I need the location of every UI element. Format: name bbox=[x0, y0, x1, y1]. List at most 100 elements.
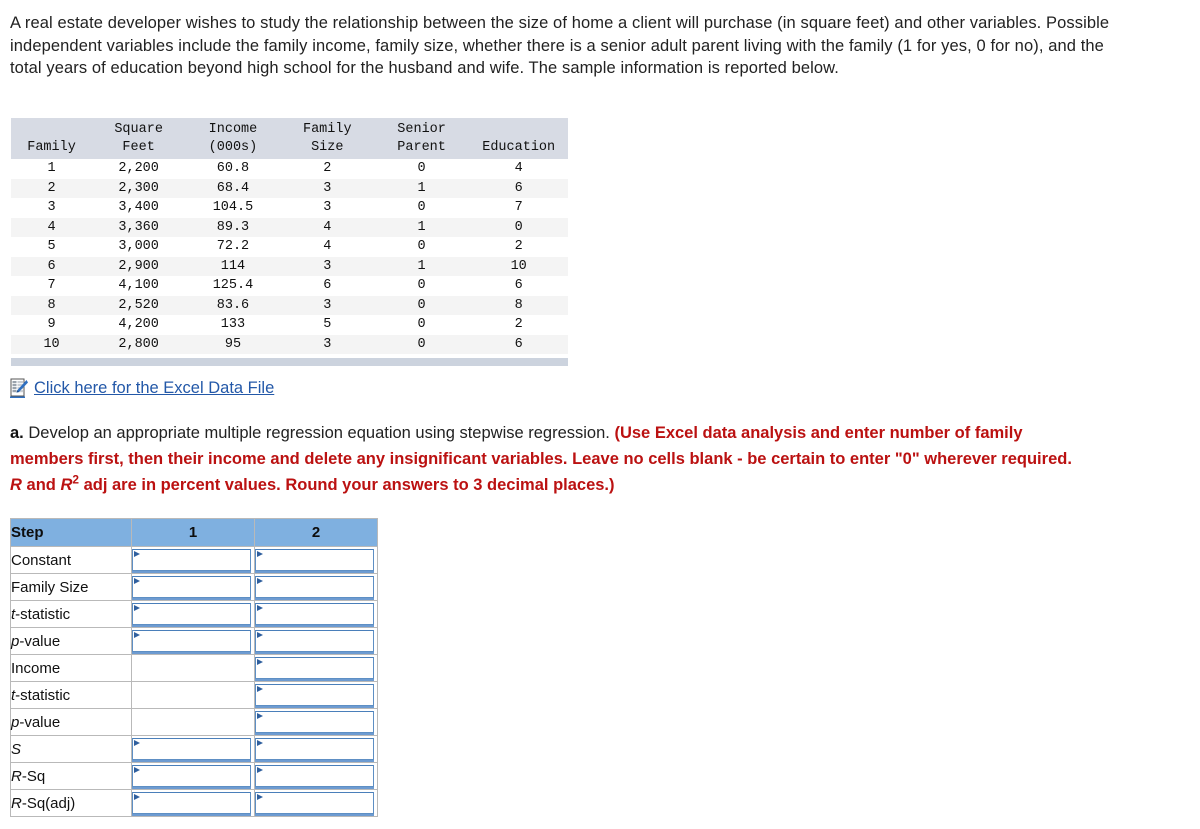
step-cell-col-2[interactable] bbox=[254, 654, 378, 682]
cell-square-feet: 2,300 bbox=[92, 178, 186, 198]
cell-senior-parent: 0 bbox=[373, 295, 470, 315]
answer-input[interactable] bbox=[255, 576, 374, 600]
step-cell-col-2[interactable] bbox=[254, 627, 378, 655]
step-cell-col-1[interactable] bbox=[131, 573, 255, 601]
step-row-label-rest: -Sq bbox=[21, 767, 46, 785]
answer-input[interactable] bbox=[255, 630, 374, 654]
cell-senior-parent: 0 bbox=[373, 159, 470, 179]
data-table-row: 1 2,200 60.8 2 0 4 bbox=[11, 159, 568, 179]
step-cell-col-1[interactable] bbox=[131, 789, 255, 817]
cell-square-feet: 2,520 bbox=[92, 295, 186, 315]
step-cell-col-1[interactable] bbox=[131, 627, 255, 655]
cell-family: 3 bbox=[11, 198, 93, 218]
cell-family-size: 3 bbox=[280, 178, 374, 198]
cell-senior-parent: 0 bbox=[373, 237, 470, 257]
answer-input[interactable] bbox=[132, 603, 251, 627]
step-table-row: p-value bbox=[10, 627, 378, 655]
cell-education: 6 bbox=[469, 276, 568, 296]
data-table-row: 7 4,100 125.4 6 0 6 bbox=[11, 276, 568, 296]
cell-family: 1 bbox=[11, 159, 93, 179]
cell-senior-parent: 1 bbox=[373, 256, 470, 276]
answer-input[interactable] bbox=[255, 792, 374, 816]
cell-education: 2 bbox=[469, 315, 568, 335]
step-table-row: p-value bbox=[10, 708, 378, 736]
answer-input[interactable] bbox=[132, 738, 251, 762]
step-cell-col-2[interactable] bbox=[254, 681, 378, 709]
data-table-row: 3 3,400 104.5 3 0 7 bbox=[11, 198, 568, 218]
step-cell-col-2[interactable] bbox=[254, 789, 378, 817]
answer-input[interactable] bbox=[132, 630, 251, 654]
step-row-label-rest: -statistic bbox=[15, 686, 71, 704]
cell-family: 6 bbox=[11, 256, 93, 276]
answer-input[interactable] bbox=[132, 765, 251, 789]
step-table-row: S bbox=[10, 735, 378, 763]
header-feet: Feet bbox=[92, 139, 186, 159]
answer-input[interactable] bbox=[132, 576, 251, 600]
cell-family-size: 3 bbox=[280, 198, 374, 218]
step-row-label-symbol: S bbox=[11, 740, 22, 758]
cell-square-feet: 4,100 bbox=[92, 276, 186, 296]
step-table-row: t-statistic bbox=[10, 681, 378, 709]
step-row-label: t-statistic bbox=[10, 681, 132, 709]
red-and: and bbox=[26, 476, 56, 494]
step-cell-col-1 bbox=[131, 681, 255, 709]
answer-input[interactable] bbox=[255, 684, 374, 708]
cell-square-feet: 2,800 bbox=[92, 334, 186, 354]
answer-input[interactable] bbox=[255, 549, 374, 573]
step-cell-col-2[interactable] bbox=[254, 708, 378, 736]
cell-senior-parent: 1 bbox=[373, 178, 470, 198]
header-square-top: Square bbox=[92, 118, 186, 139]
answer-input[interactable] bbox=[255, 657, 374, 681]
step-row-label-symbol: R bbox=[11, 767, 22, 785]
step-row-label: S bbox=[10, 735, 132, 763]
answer-input[interactable] bbox=[255, 711, 374, 735]
step-table-row: t-statistic bbox=[10, 600, 378, 628]
data-table-row: 4 3,360 89.3 4 1 0 bbox=[11, 217, 568, 237]
step-table-row: R-Sq bbox=[10, 762, 378, 790]
answer-input[interactable] bbox=[132, 549, 251, 573]
cell-income: 89.3 bbox=[185, 217, 281, 237]
data-table-row: 10 2,800 95 3 0 6 bbox=[11, 334, 568, 354]
excel-data-file-row[interactable]: Click here for the Excel Data File bbox=[10, 378, 274, 398]
cell-family: 2 bbox=[11, 178, 93, 198]
step-row-label-rest: -value bbox=[19, 632, 61, 650]
symbol-r: R bbox=[10, 476, 22, 494]
answer-input[interactable] bbox=[255, 738, 374, 762]
data-table-row: 6 2,900 114 3 1 10 bbox=[11, 256, 568, 276]
step-cell-col-2[interactable] bbox=[254, 762, 378, 790]
step-row-label: Constant bbox=[10, 546, 132, 574]
cell-education: 8 bbox=[469, 295, 568, 315]
cell-senior-parent: 1 bbox=[373, 217, 470, 237]
cell-education: 0 bbox=[469, 217, 568, 237]
data-table-body: 1 2,200 60.8 2 0 4 2 2,300 68.4 3 1 6 3 3,400 104.5 3 0 7… bbox=[11, 159, 568, 354]
question-black-text: Develop an appropriate multiple regressi… bbox=[28, 424, 610, 442]
header-family: Family bbox=[11, 139, 93, 159]
step-cell-col-2[interactable] bbox=[254, 735, 378, 763]
answer-input[interactable] bbox=[255, 765, 374, 789]
sample-data-table: Square Income Family Senior Family Feet … bbox=[11, 118, 568, 354]
cell-square-feet: 2,900 bbox=[92, 256, 186, 276]
data-table-header-row-2: Family Feet (000s) Size Parent Education bbox=[11, 139, 568, 159]
cell-senior-parent: 0 bbox=[373, 276, 470, 296]
cell-square-feet: 3,000 bbox=[92, 237, 186, 257]
step-header-label: Step bbox=[10, 518, 132, 547]
step-cell-col-1 bbox=[131, 708, 255, 736]
cell-family: 5 bbox=[11, 237, 93, 257]
answer-input[interactable] bbox=[255, 603, 374, 627]
step-cell-col-1[interactable] bbox=[131, 762, 255, 790]
cell-family: 7 bbox=[11, 276, 93, 296]
step-cell-col-2[interactable] bbox=[254, 600, 378, 628]
data-table-row: 2 2,300 68.4 3 1 6 bbox=[11, 178, 568, 198]
step-header-col-2: 2 bbox=[254, 518, 378, 547]
cell-family-size: 2 bbox=[280, 159, 374, 179]
answer-input[interactable] bbox=[132, 792, 251, 816]
step-table-head: Step 1 2 bbox=[10, 518, 378, 547]
step-cell-col-1[interactable] bbox=[131, 735, 255, 763]
step-cell-col-2[interactable] bbox=[254, 573, 378, 601]
stepwise-answer-table-wrapper: Step 1 2 Constant Family Size t-statistic p… bbox=[10, 518, 378, 817]
step-cell-col-2[interactable] bbox=[254, 546, 378, 574]
cell-income: 68.4 bbox=[185, 178, 281, 198]
excel-data-file-link[interactable]: Click here for the Excel Data File bbox=[34, 379, 274, 398]
step-cell-col-1[interactable] bbox=[131, 546, 255, 574]
step-cell-col-1[interactable] bbox=[131, 600, 255, 628]
